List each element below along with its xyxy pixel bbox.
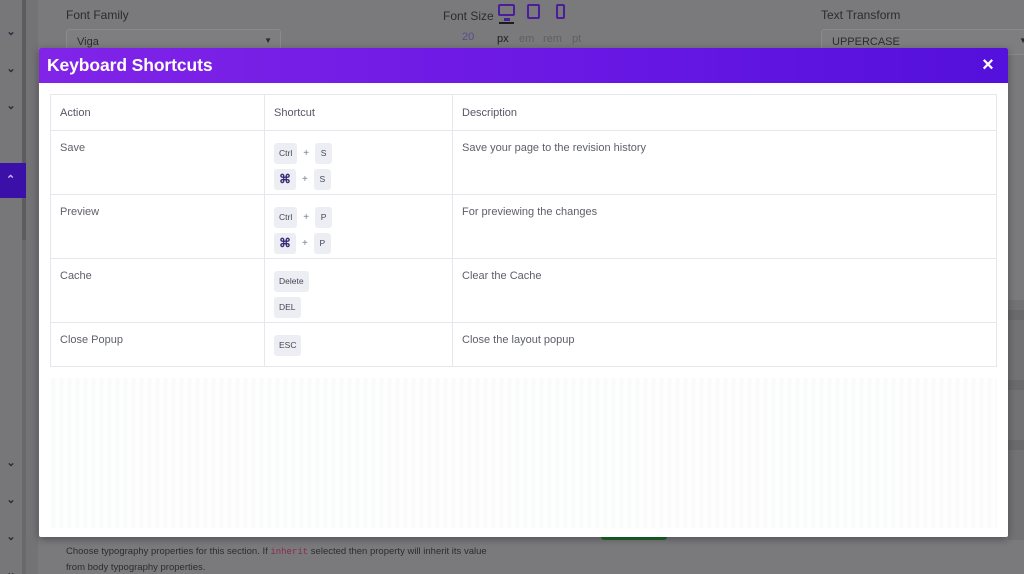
key: Ctrl: [274, 142, 298, 164]
shortcuts-table: Action Shortcut Description Save Ctrl + …: [50, 94, 997, 367]
font-family-label: Font Family: [66, 8, 129, 22]
chevron-down-icon[interactable]: ⌄: [4, 456, 18, 470]
description-cell: Clear the Cache: [452, 258, 997, 323]
text-transform-label: Text Transform: [821, 8, 901, 22]
shortcut-combo: ESC: [274, 334, 443, 356]
font-family-value: Viga: [77, 36, 99, 48]
font-size-label: Font Size: [443, 9, 494, 23]
shortcut-cell: ESC: [264, 322, 453, 367]
unit-px[interactable]: px: [497, 33, 509, 45]
chevron-down-icon[interactable]: ⌄: [4, 493, 18, 507]
action-cell: Preview: [50, 194, 265, 259]
key: S: [315, 142, 333, 164]
chevron-up-icon: ⌃: [6, 174, 16, 186]
key: ESC: [274, 334, 302, 356]
key: DEL: [274, 296, 301, 318]
action-cell: Close Popup: [50, 322, 265, 367]
unit-rem[interactable]: rem: [543, 33, 562, 45]
text-transform-value: UPPERCASE: [832, 36, 900, 48]
description-cell: Close the layout popup: [452, 322, 997, 367]
caret-down-icon: ▼: [264, 36, 272, 45]
action-cell: Cache: [50, 258, 265, 323]
unit-em[interactable]: em: [519, 33, 534, 45]
shortcut-cell: Ctrl + S ⌘ + S: [264, 130, 453, 195]
chevron-down-icon[interactable]: ⌄: [4, 566, 18, 574]
typography-help-text: Choose typography properties for this se…: [66, 546, 487, 573]
table-row: Save Ctrl + S ⌘ + S Save your page to th…: [50, 130, 997, 195]
sidebar: [0, 0, 22, 574]
shortcut-cell: Ctrl + P ⌘ + P: [264, 194, 453, 259]
sidebar-section-active[interactable]: ⌃: [0, 163, 26, 198]
table-header-row: Action Shortcut Description: [50, 94, 997, 131]
key: Delete: [274, 270, 309, 292]
action-cell: Save: [50, 130, 265, 195]
shortcut-combo: ⌘ + S: [274, 168, 443, 190]
desktop-icon[interactable]: [498, 4, 515, 21]
phone-icon[interactable]: [556, 4, 565, 19]
column-header-description: Description: [452, 94, 997, 131]
font-size-input[interactable]: 20: [462, 31, 474, 43]
chevron-down-icon[interactable]: ⌄: [4, 62, 18, 76]
key: P: [313, 232, 331, 254]
column-header-action: Action: [50, 94, 265, 131]
chevron-down-icon[interactable]: ⌄: [4, 99, 18, 113]
shortcut-combo: DEL: [274, 296, 443, 318]
shortcut-cell: Delete DEL: [264, 258, 453, 323]
active-device-indicator: [499, 22, 514, 24]
key: P: [315, 206, 333, 228]
shortcut-combo: Ctrl + S: [274, 142, 443, 164]
modal-header: Keyboard Shortcuts ×: [39, 48, 1008, 83]
close-icon[interactable]: ×: [979, 55, 997, 75]
key: Ctrl: [274, 206, 298, 228]
column-header-shortcut: Shortcut: [264, 94, 453, 131]
command-key-icon: ⌘: [274, 168, 296, 190]
chevron-down-icon[interactable]: ⌄: [4, 25, 18, 39]
chevron-down-icon[interactable]: ⌄: [4, 530, 18, 544]
gutter: [26, 0, 38, 574]
modal-body-blank: [50, 378, 997, 528]
description-cell: Save your page to the revision history: [452, 130, 997, 195]
table-row: Close Popup ESC Close the layout popup: [50, 322, 997, 367]
shortcut-combo: Ctrl + P: [274, 206, 443, 228]
shortcut-combo: Delete: [274, 270, 443, 292]
caret-down-icon: ▼: [1019, 36, 1024, 45]
table-row: Preview Ctrl + P ⌘ + P For previewing th…: [50, 194, 997, 259]
table-row: Cache Delete DEL Clear the Cache: [50, 258, 997, 323]
keyboard-shortcuts-modal: Keyboard Shortcuts × Action Shortcut Des…: [39, 48, 1008, 537]
right-panel-edge: [1008, 300, 1024, 540]
unit-pt[interactable]: pt: [572, 33, 581, 45]
description-cell: For previewing the changes: [452, 194, 997, 259]
command-key-icon: ⌘: [274, 232, 296, 254]
key: S: [313, 168, 331, 190]
modal-title: Keyboard Shortcuts: [47, 55, 213, 75]
tablet-icon[interactable]: [527, 4, 540, 19]
inherit-code: inherit: [270, 547, 309, 557]
shortcut-combo: ⌘ + P: [274, 232, 443, 254]
